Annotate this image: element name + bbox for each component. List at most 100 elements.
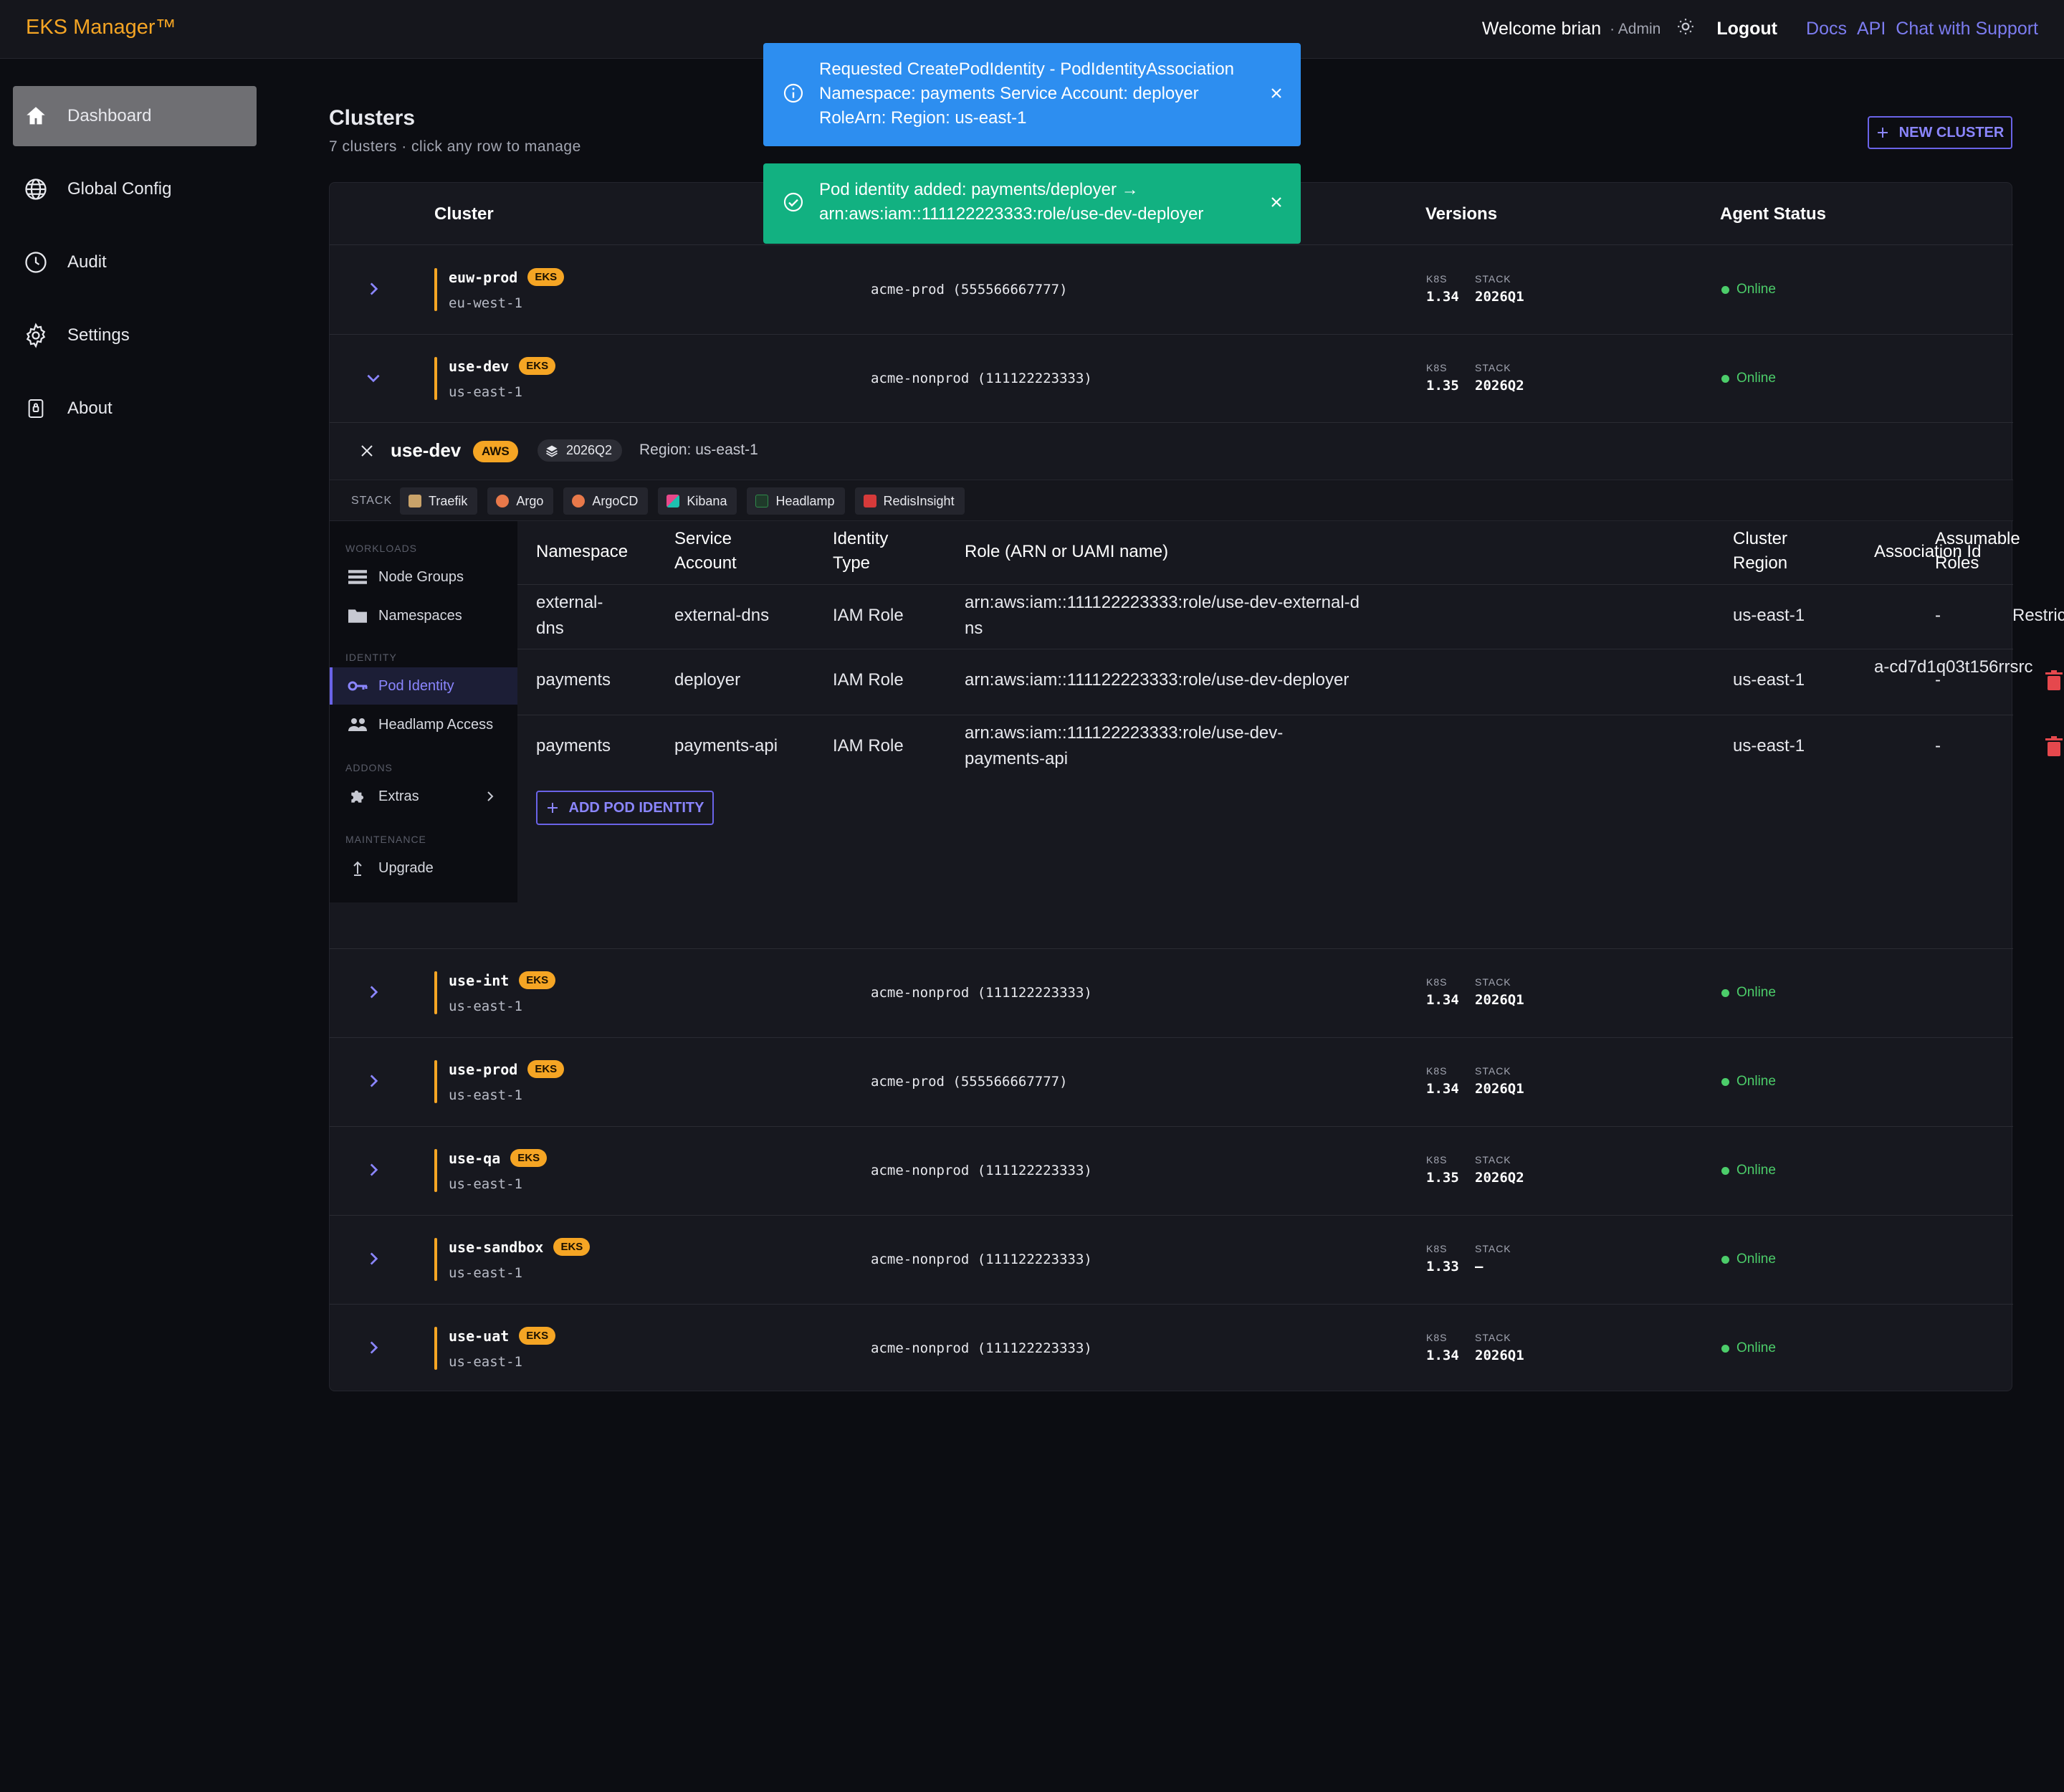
section-addons: ADDONS <box>345 762 393 773</box>
eks-badge: EKS <box>553 1238 591 1256</box>
argocd-icon <box>572 495 586 507</box>
cluster-name: use-qa EKS <box>449 1149 548 1167</box>
agent-status: Online <box>1721 1252 1776 1267</box>
cluster-account: acme-nonprod (111122223333) <box>871 371 1092 386</box>
submenu-headlamp-access[interactable]: Headlamp Access <box>330 706 517 743</box>
submenu-node-groups[interactable]: Node Groups <box>330 558 517 596</box>
globe-icon <box>22 175 50 204</box>
k8s-version: 1.35 <box>1426 378 1459 394</box>
stack-chip-kibana[interactable]: Kibana <box>658 487 737 515</box>
api-link[interactable]: API <box>1857 19 1886 39</box>
stack-version: 2026Q1 <box>1475 289 1524 305</box>
stack-label: STACK <box>1475 976 1511 988</box>
status-dot <box>1721 1255 1729 1264</box>
new-cluster-button[interactable]: NEW CLUSTER <box>1868 116 2012 149</box>
kibana-icon <box>666 495 680 507</box>
cluster-name: use-sandbox EKS <box>449 1238 591 1256</box>
cluster-name: use-prod EKS <box>449 1060 565 1078</box>
stack-version: 2026Q2 <box>1475 378 1524 394</box>
chevron-right-icon[interactable] <box>364 1249 383 1268</box>
column-header-versions[interactable]: Versions <box>1425 204 1497 224</box>
chevron-right-icon[interactable] <box>364 280 383 298</box>
stack-chip-redisinsight[interactable]: RedisInsight <box>854 487 965 515</box>
delete-icon[interactable] <box>2045 736 2063 758</box>
column-header-agent-status[interactable]: Agent Status <box>1720 204 1826 224</box>
cluster-region: us-east-1 <box>449 999 522 1014</box>
column-header-cluster[interactable]: Cluster <box>434 204 494 224</box>
headlamp-icon <box>755 495 769 507</box>
cluster-row-use-prod[interactable]: use-prod EKS us-east-1 acme-prod (5555666… <box>330 1037 2013 1126</box>
cluster-account: acme-nonprod (111122223333) <box>871 1252 1092 1267</box>
cluster-accent-bar <box>434 357 437 400</box>
theme-toggle-icon[interactable] <box>1676 17 1695 41</box>
stack-chip-traefik[interactable]: Traefik <box>400 487 478 515</box>
chevron-right-icon <box>487 791 494 801</box>
aws-badge: AWS <box>473 441 518 462</box>
cluster-name: use-dev EKS <box>449 357 556 375</box>
sidebar-item-global-config[interactable]: Global Config <box>13 159 257 219</box>
clock-icon <box>22 248 50 277</box>
stack-chip-argocd[interactable]: ArgoCD <box>563 487 649 515</box>
sidebar-item-about[interactable]: About <box>13 378 257 439</box>
section-identity: IDENTITY <box>345 652 397 663</box>
column-header-service-account[interactable]: Service Account <box>674 527 753 576</box>
column-header-cluster-region[interactable]: Cluster Region <box>1733 527 1812 576</box>
close-icon[interactable] <box>358 442 376 459</box>
column-header-role[interactable]: Role (ARN or UAMI name) <box>965 540 1168 564</box>
cluster-name: use-int EKS <box>449 971 556 989</box>
submenu-namespaces[interactable]: Namespaces <box>330 597 517 634</box>
chevron-right-icon[interactable] <box>364 1072 383 1090</box>
agent-status: Online <box>1721 1074 1776 1090</box>
chevron-right-icon[interactable] <box>364 983 383 1001</box>
sidebar-item-dashboard[interactable]: Dashboard <box>13 86 257 146</box>
brand-logo[interactable]: EKS Manager™ <box>26 16 176 39</box>
close-icon[interactable] <box>1268 85 1285 102</box>
k8s-label: K8S <box>1426 1243 1448 1254</box>
stack-components-row: STACK Traefik Argo ArgoCD Kibana Headlam… <box>330 480 2013 521</box>
chevron-right-icon[interactable] <box>364 1160 383 1179</box>
agent-status: Online <box>1721 985 1776 1001</box>
eks-badge: EKS <box>527 268 565 286</box>
column-header-namespace[interactable]: Namespace <box>536 540 628 564</box>
sidebar-item-audit[interactable]: Audit <box>13 232 257 292</box>
k8s-label: K8S <box>1426 1154 1448 1166</box>
cluster-region: us-east-1 <box>449 1087 522 1103</box>
folder-icon <box>347 608 368 624</box>
cell-role: arn:aws:iam::111122223333:role/use-dev-d… <box>965 670 1349 690</box>
eks-badge: EKS <box>510 1149 548 1167</box>
stack-version: 2026Q1 <box>1475 1081 1524 1097</box>
logout-button[interactable]: Logout <box>1716 19 1777 39</box>
sidebar-item-settings[interactable]: Settings <box>13 305 257 366</box>
column-header-identity-type[interactable]: Identity Type <box>833 527 904 576</box>
submenu-upgrade[interactable]: Upgrade <box>330 849 517 887</box>
add-pod-identity-button[interactable]: ADD POD IDENTITY <box>536 791 714 825</box>
cluster-row-use-qa[interactable]: use-qa EKS us-east-1 acme-nonprod (111122… <box>330 1126 2013 1215</box>
detail-header: use-dev AWS 2026Q2 Region: us-east-1 <box>330 422 2013 480</box>
cluster-accent-bar <box>434 1238 437 1281</box>
argo-icon <box>496 495 510 507</box>
cluster-region: us-east-1 <box>449 1265 522 1281</box>
cluster-row-use-uat[interactable]: use-uat EKS us-east-1 acme-nonprod (11112… <box>330 1304 2013 1393</box>
docs-link[interactable]: Docs <box>1806 19 1847 39</box>
submenu-pod-identity[interactable]: Pod Identity <box>330 667 517 705</box>
delete-icon[interactable] <box>2045 670 2063 692</box>
status-dot <box>1721 1166 1729 1175</box>
success-toast: Pod identity added: payments/deployer → … <box>763 163 1301 244</box>
eks-badge: EKS <box>519 971 556 989</box>
cluster-row-use-int[interactable]: use-int EKS us-east-1 acme-nonprod (11112… <box>330 948 2013 1037</box>
detail-cluster-name: use-dev <box>391 439 462 461</box>
close-icon[interactable] <box>1268 194 1285 211</box>
cluster-row-use-sandbox[interactable]: use-sandbox EKS us-east-1 acme-nonprod (1… <box>330 1215 2013 1304</box>
people-icon <box>347 717 368 733</box>
column-header-assumable-roles[interactable]: Assumable Roles <box>1935 527 2028 576</box>
section-maintenance: MAINTENANCE <box>345 834 426 845</box>
stack-chip-argo[interactable]: Argo <box>487 487 554 515</box>
stack-chip-headlamp[interactable]: Headlamp <box>747 487 845 515</box>
cluster-row-use-dev[interactable]: use-dev EKS us-east-1 acme-nonprod (11112… <box>330 334 2013 423</box>
cluster-row-euw-prod[interactable]: euw-prod EKS eu-west-1 acme-prod (5555666… <box>330 245 2013 334</box>
chevron-right-icon[interactable] <box>364 1338 383 1357</box>
submenu-extras[interactable]: Extras <box>330 778 517 815</box>
support-link[interactable]: Chat with Support <box>1896 19 2038 39</box>
stack-version: – <box>1475 1259 1484 1274</box>
chevron-down-icon[interactable] <box>364 368 383 387</box>
